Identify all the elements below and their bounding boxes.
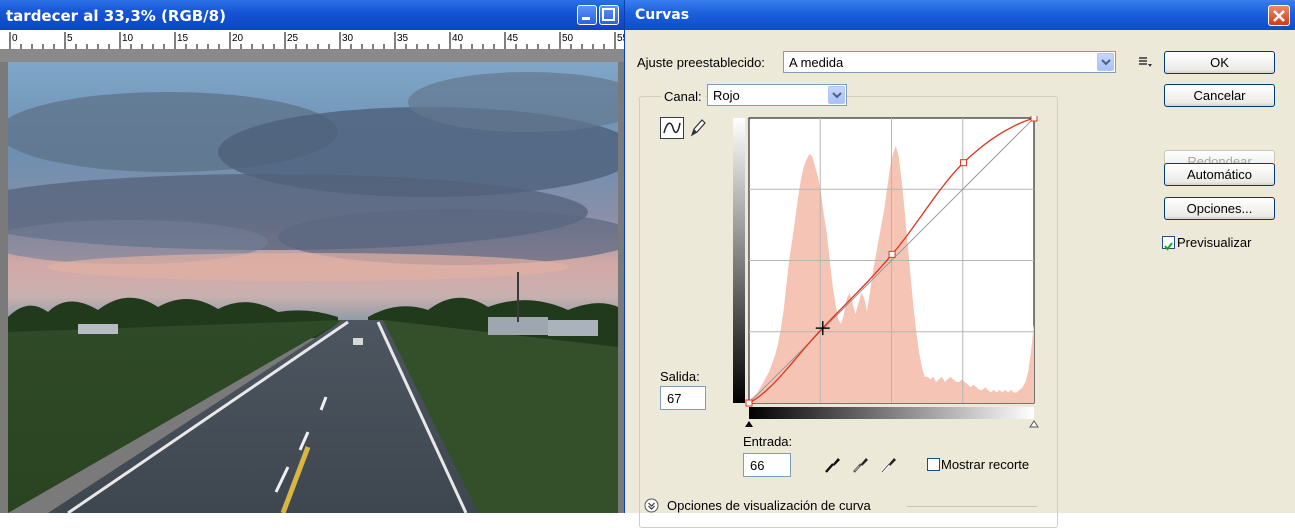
close-icon [1273,10,1285,22]
dialog-title-bar[interactable]: Curvas [625,0,1295,30]
show-clipping-label: Mostrar recorte [941,457,1030,472]
ruler-label: 15 [177,33,189,44]
output-label: Salida: [660,369,700,384]
preview-label: Previsualizar [1177,235,1252,250]
eyedropper-black-icon [825,458,840,473]
eyedropper-white[interactable] [879,454,899,478]
channel-value: Rojo [713,88,740,103]
minimize-icon [582,17,590,20]
curve-point [745,399,753,407]
preview-checkbox[interactable] [1162,236,1175,251]
eyedropper-white-icon [881,458,896,473]
channel-label: Canal: [661,89,705,104]
input-field[interactable]: 66 [743,453,791,477]
channel-select[interactable]: Rojo [707,84,847,106]
divider [907,506,1037,507]
chevron-down-icon [828,86,845,104]
expand-options-icon [644,498,659,513]
canvas-border [0,50,624,62]
preset-label: Ajuste preestablecido: [637,55,765,70]
ruler-label: 55 [617,33,624,44]
eyedropper-gray[interactable] [851,454,871,478]
photo-canvas[interactable] [8,62,618,513]
curve-point [888,250,896,258]
ok-button[interactable]: OK [1164,51,1275,74]
maximize-icon [602,8,615,21]
ruler-label: 40 [452,33,464,44]
preset-select[interactable]: A medida [783,51,1116,73]
input-label: Entrada: [743,434,793,449]
curve-point [1030,114,1038,122]
document-window: tardecer al 33,3% (RGB/8) 0 5 10 15 20 25 30 35… [0,0,624,513]
show-clipping-checkbox[interactable] [927,458,940,471]
white-point-slider-icon [1029,420,1039,428]
curve-point [960,159,968,167]
checkmark-icon [1164,242,1173,251]
curves-dialog: Curvas Ajuste preestablecido: A medida O… [624,0,1295,528]
ruler-label: 10 [122,33,134,44]
options-button[interactable]: Opciones... [1164,197,1275,220]
auto-button[interactable]: Automático [1164,163,1275,186]
expand-options-button[interactable] [644,498,659,513]
minimize-button[interactable] [577,5,597,25]
ruler-label: 35 [397,33,409,44]
black-point-slider-icon [745,421,753,427]
input-gradient-bar [749,407,1034,419]
document-title-bar[interactable]: tardecer al 33,3% (RGB/8) [0,0,624,30]
document-title: tardecer al 33,3% (RGB/8) [6,7,226,25]
output-gradient-bar [733,118,745,403]
cancel-button[interactable]: Cancelar [1164,84,1275,107]
ruler-label: 25 [287,33,299,44]
curve-point-tool-icon [663,122,681,134]
pencil-tool[interactable] [688,117,708,139]
dialog-title: Curvas [635,7,690,23]
ruler-label: 30 [342,33,354,44]
ruler-label: 20 [232,33,244,44]
curve-point-tool[interactable] [660,117,684,139]
ruler-label: 45 [507,33,519,44]
preset-menu-icon[interactable] [1137,54,1153,70]
close-button[interactable] [1268,5,1290,26]
preset-value: A medida [789,55,844,70]
horizontal-ruler: 0 5 10 15 20 25 30 35 40 45 50 55 [0,30,624,50]
curves-graph-area[interactable] [733,114,1043,438]
eyedropper-gray-icon [853,458,868,473]
maximize-button[interactable] [599,5,619,25]
ruler-label: 50 [562,33,574,44]
eyedropper-black[interactable] [823,454,843,478]
output-field[interactable]: 67 [660,386,706,410]
pencil-tool-icon [690,119,706,137]
curve-options-label: Opciones de visualización de curva [667,498,871,513]
chevron-down-icon [1097,53,1114,71]
ruler-label: 5 [67,33,73,44]
ruler-label: 0 [12,33,18,44]
